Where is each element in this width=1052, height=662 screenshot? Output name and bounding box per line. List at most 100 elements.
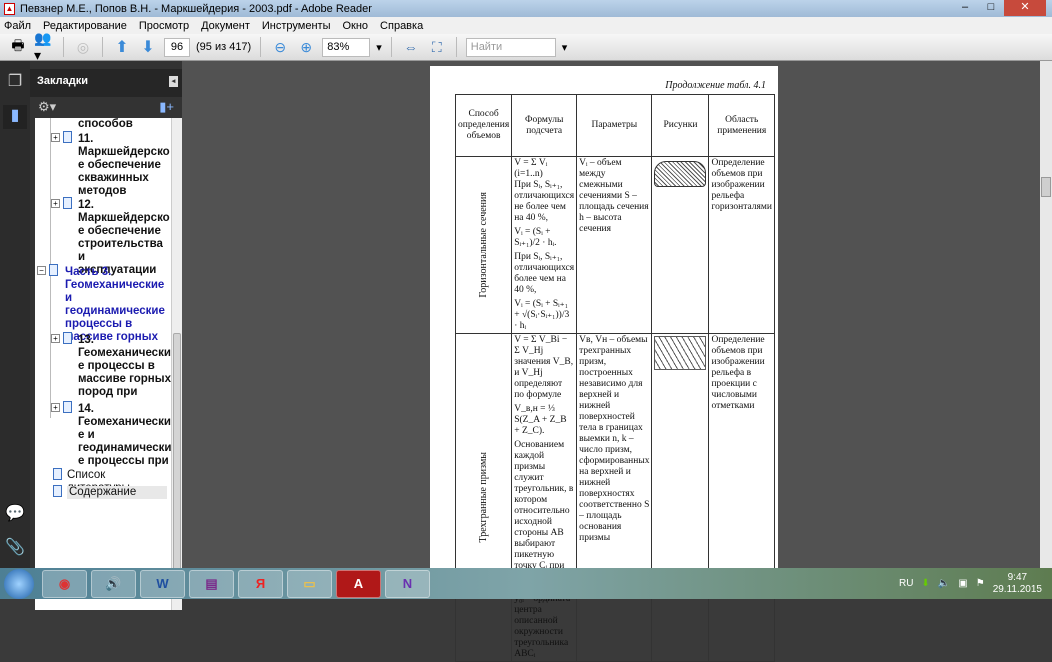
flag-icon[interactable]: ⚑ (976, 578, 985, 589)
zoom-in-button[interactable]: ⊕ (296, 37, 316, 57)
collapse-panel-button[interactable]: ◂ (169, 76, 178, 87)
table-row: Горизонтальные сечения V = Σ Vᵢ (i=1..n)… (454, 156, 776, 334)
taskbar-winrar[interactable]: ▤ (189, 569, 234, 598)
header-figures: Рисунки (651, 94, 710, 157)
header-formula: Формулы подсчета (511, 94, 578, 157)
method-cell: Горизонтальные сечения (478, 192, 490, 298)
zoom-select[interactable]: 83% (322, 37, 371, 57)
triangular-prisms-figure (654, 336, 707, 370)
system-tray: RU ⬇ 🔈 ▣ ⚑ 9:47 29.11.2015 (899, 568, 1042, 599)
bookmarks-panel: Закладки ◂ ⚙▾ ▮+ способов + 11. Маркшейдер… (30, 61, 182, 610)
bookmark-icon (63, 197, 72, 209)
fit-width-icon[interactable]: ⇔ (401, 37, 421, 57)
search-input[interactable]: Найти (465, 37, 556, 57)
page-number-input[interactable]: 96 (164, 37, 190, 57)
bookmark-icon (63, 401, 72, 413)
chevron-down-icon[interactable]: ▾ (376, 41, 382, 54)
minimize-button[interactable]: – (952, 0, 978, 16)
taskbar-chrome[interactable]: ◉ (42, 569, 87, 598)
scroll-thumb[interactable] (173, 333, 181, 583)
toolbar: 🖶 👥▾ ◎ ⬆ ⬇ 96 (95 из 417) ⊖ ⊕ 83% ▾ ⇔ ⛶ Н… (0, 30, 1052, 63)
bookmark-list: способов + 11. Маркшейдерско е обеспечение… (35, 118, 171, 610)
close-button[interactable]: ✕ (1004, 0, 1046, 16)
language-indicator[interactable]: RU (899, 578, 913, 589)
bookmark-item-contents[interactable]: Содержание (67, 486, 167, 499)
table-header-row: Способ определения объемов Формулы подсч… (454, 94, 776, 157)
params-cell: Vв, Vн – объемы трехгранных призм, постр… (576, 333, 653, 662)
header-area: Область применения (708, 94, 776, 157)
taskbar-explorer[interactable]: ▭ (287, 569, 332, 598)
menu-tools[interactable]: Инструменты (262, 20, 331, 32)
page-count: (95 из 417) (196, 41, 252, 53)
table-caption: Продолжение табл. 4.1 (665, 80, 766, 91)
adobe-reader-icon: ▲ (4, 2, 15, 15)
params-cell: Vᵢ – объем между смежными сечениями S – … (576, 156, 653, 334)
bookmark-item-part-3[interactable]: Часть 3. Геомеханические и геодинамические… (65, 266, 171, 344)
area-cell: Определение объемов при изображении рель… (708, 156, 776, 334)
bookmark-icon (53, 468, 62, 480)
bookmarks-scrollbar[interactable] (171, 118, 182, 610)
bookmark-icon (63, 131, 72, 143)
menu-file[interactable]: Файл (4, 20, 31, 32)
expand-icon[interactable]: + (51, 334, 60, 343)
title-bar: ▲ Певзнер М.Е., Попов В.Н. - Маркшейдери… (0, 0, 1052, 17)
bookmarks-icon[interactable]: ▮ (3, 105, 27, 129)
menu-help[interactable]: Справка (380, 20, 423, 32)
share-icon[interactable]: 👥▾ (34, 30, 54, 63)
network-icon[interactable]: ▣ (958, 578, 967, 589)
volume-icon[interactable]: 🔈 (938, 578, 950, 589)
bookmark-item-11[interactable]: 11. Маркшейдерско е обеспечение скважинных м… (78, 133, 170, 198)
expand-icon[interactable]: + (51, 199, 60, 208)
menu-bar: Файл Редактирование Просмотр Документ Ин… (0, 17, 1052, 34)
taskbar-word[interactable]: W (140, 569, 185, 598)
menu-window[interactable]: Окно (342, 20, 368, 32)
formula-cell: V = Σ V_Bi − Σ V_Hj значения V_B, и V_Hj … (511, 333, 578, 662)
document-scrollbar[interactable] (1040, 61, 1052, 568)
header-method: Способ определения объемов (454, 94, 513, 157)
bookmark-icon (49, 264, 58, 276)
taskbar-volume[interactable]: 🔊 (91, 569, 136, 598)
header-params: Параметры (576, 94, 653, 157)
bookmark-item[interactable]: способов (78, 118, 133, 131)
horizontal-sections-figure (654, 161, 707, 187)
zoom-out-button[interactable]: ⊖ (270, 37, 290, 57)
comments-icon[interactable]: 💬 (3, 503, 27, 527)
scroll-thumb[interactable] (1041, 177, 1051, 197)
collapse-icon[interactable]: − (37, 266, 46, 275)
pages-icon[interactable]: ❐ (3, 71, 27, 95)
method-cell: Трехгранные призмы (478, 452, 490, 543)
bookmark-icon (63, 332, 72, 344)
bookmark-item-14[interactable]: 14. Геомеханически е и геодинамически е проц… (78, 403, 171, 468)
gear-icon[interactable]: ⚙▾ (38, 99, 56, 115)
collaborate-icon[interactable]: ◎ (73, 37, 93, 57)
menu-edit[interactable]: Редактирование (43, 20, 127, 32)
menu-view[interactable]: Просмотр (139, 20, 189, 32)
previous-page-button[interactable]: ⬆ (112, 37, 132, 57)
new-bookmark-icon[interactable]: ▮+ (159, 99, 174, 115)
window-title: Певзнер М.Е., Попов В.Н. - Маркшейдерия … (20, 2, 372, 15)
bookmark-item-13[interactable]: 13. Геомеханически е процессы в массиве гор… (78, 334, 171, 399)
next-page-button[interactable]: ⬇ (138, 37, 158, 57)
panel-title: Закладки (37, 75, 89, 87)
formula-cell: V = Σ Vᵢ (i=1..n) При Sᵢ, Sᵢ₊₁, отличающи… (511, 156, 578, 334)
expand-icon[interactable]: + (51, 403, 60, 412)
bookmark-icon (53, 485, 62, 497)
clock[interactable]: 9:47 29.11.2015 (993, 572, 1042, 596)
attachment-icon[interactable]: 📎 (3, 537, 27, 561)
search-dropdown-icon[interactable]: ▾ (562, 41, 568, 54)
taskbar: ◉ 🔊 W ▤ Я ▭ A N RU ⬇ 🔈 ▣ ⚑ 9:47 29.11.201… (0, 568, 1052, 599)
table-row: Трехгранные призмы V = Σ V_Bi − Σ V_Hj зн… (454, 333, 776, 662)
download-icon[interactable]: ⬇ (921, 578, 929, 589)
maximize-button[interactable]: □ (978, 0, 1004, 16)
print-icon[interactable]: 🖶 (8, 37, 28, 57)
fit-page-icon[interactable]: ⛶ (427, 37, 447, 57)
pdf-page: Продолжение табл. 4.1 Способ определения… (430, 66, 778, 662)
taskbar-adobe-reader[interactable]: A (336, 569, 381, 598)
menu-document[interactable]: Документ (201, 20, 250, 32)
start-button[interactable] (4, 568, 34, 599)
area-cell: Определение объемов при изображении рель… (708, 333, 776, 662)
navigation-strip: ❐ ▮ 💬 📎 (0, 61, 30, 568)
taskbar-onenote[interactable]: N (385, 569, 430, 598)
taskbar-yandex[interactable]: Я (238, 569, 283, 598)
expand-icon[interactable]: + (51, 133, 60, 142)
